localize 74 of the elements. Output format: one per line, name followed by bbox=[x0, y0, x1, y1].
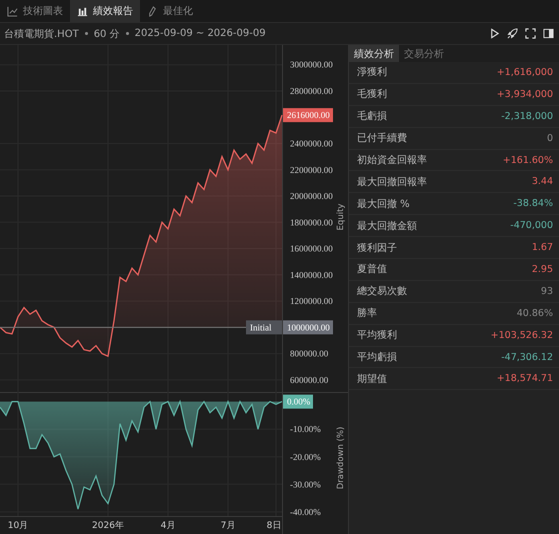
panel-tab[interactable]: 績效分析 bbox=[349, 45, 399, 62]
stat-label: 初始資金回報率 bbox=[357, 154, 427, 167]
line-chart-icon bbox=[7, 6, 18, 16]
stat-value: -47,306.12 bbox=[501, 352, 553, 363]
ref-line-label: Initial bbox=[250, 322, 272, 332]
stat-value: 93 bbox=[540, 286, 553, 297]
stat-label: 最大回撤 % bbox=[357, 198, 410, 211]
reference-tag: Initial bbox=[246, 320, 282, 334]
view-tab[interactable]: 績效報告 bbox=[70, 0, 140, 22]
sidebar-icon[interactable] bbox=[543, 28, 554, 39]
stat-label: 最大回撤金額 bbox=[357, 220, 417, 233]
axis-title: Drawdown (%) bbox=[336, 427, 346, 490]
axis-tick-label: 1600000.00 bbox=[290, 244, 333, 254]
stat-value: 1.67 bbox=[532, 242, 553, 254]
axis-tick-label: 8日 bbox=[266, 521, 282, 532]
pen-icon bbox=[147, 6, 158, 16]
symbol-label: 台積電期貨.HOT bbox=[4, 28, 79, 40]
axis-tick-label: -30.00% bbox=[290, 480, 321, 490]
stat-value: +3,934,000 bbox=[496, 88, 553, 100]
axis-tick-label: 800000.00 bbox=[290, 348, 328, 359]
stat-value: +103,526.32 bbox=[490, 330, 553, 341]
stat-value: +18,574.71 bbox=[496, 373, 553, 384]
stat-value: -470,000 bbox=[510, 220, 553, 232]
axis-tick-label: 2800000.00 bbox=[290, 86, 333, 96]
stat-label: 平均虧損 bbox=[357, 350, 397, 364]
stat-value: +1,616,000 bbox=[496, 66, 553, 78]
axis-tick-label: -10.00% bbox=[290, 424, 321, 434]
axis-tick-label: -40.00% bbox=[290, 507, 321, 518]
stat-label: 勝率 bbox=[357, 306, 377, 320]
stat-label: 期望值 bbox=[357, 372, 387, 386]
stat-label: 淨獲利 bbox=[357, 66, 387, 80]
stat-label: 平均獲利 bbox=[357, 328, 397, 342]
axis-tick-label: 4月 bbox=[160, 521, 176, 532]
date-range-label: 2025-09-09 ~ 2026-09-09 bbox=[134, 28, 266, 39]
view-tab[interactable]: 最佳化 bbox=[140, 0, 200, 22]
view-tab[interactable]: 技術圖表 bbox=[0, 0, 70, 22]
stat-label: 夏普值 bbox=[357, 262, 387, 276]
stat-label: 最大回撤回報率 bbox=[357, 176, 427, 189]
axis-tick-label: 2400000.00 bbox=[290, 138, 333, 148]
panel-tab[interactable]: 交易分析 bbox=[399, 45, 449, 62]
stat-value: 0 bbox=[546, 132, 553, 144]
stat-label: 毛虧損 bbox=[357, 110, 387, 124]
stat-value: +161.60% bbox=[502, 154, 553, 166]
play-icon[interactable] bbox=[489, 28, 500, 39]
axis-tick-label: 10月 bbox=[8, 521, 28, 532]
axis-tick-label: 1200000.00 bbox=[290, 296, 333, 306]
interval-label: 60 分 bbox=[94, 28, 120, 40]
separator-dot bbox=[126, 32, 129, 35]
bar-chart-icon bbox=[77, 6, 88, 16]
axis-tick-label: -20.00% bbox=[290, 452, 321, 462]
axis-tick-label: 2026年 bbox=[92, 521, 124, 532]
axis-title: Equity bbox=[336, 204, 346, 230]
value-tag: 2616000.00 bbox=[283, 108, 333, 122]
axis-tick-label: 3000000.00 bbox=[290, 60, 333, 70]
axis-tick-label: 600000.00 bbox=[290, 374, 328, 385]
separator-dot bbox=[84, 32, 88, 35]
stat-value: 3.44 bbox=[532, 176, 553, 188]
stat-value: 40.86% bbox=[516, 308, 553, 319]
axis-tick-label: 2200000.00 bbox=[290, 164, 333, 175]
stat-label: 毛獲利 bbox=[357, 88, 387, 102]
axis-tick-label: 2000000.00 bbox=[290, 191, 333, 202]
stat-value: -2,318,000 bbox=[501, 110, 553, 122]
axis-tick-label: 1400000.00 bbox=[290, 270, 333, 280]
stat-label: 總交易次數 bbox=[357, 284, 407, 298]
stat-label: 獲利因子 bbox=[357, 242, 397, 255]
stat-value: -38.84% bbox=[513, 198, 553, 210]
rocket-icon[interactable] bbox=[507, 28, 518, 39]
stat-label: 已付手續費 bbox=[357, 132, 407, 146]
axis-tick-label: 7月 bbox=[220, 521, 236, 532]
fullscreen-icon[interactable] bbox=[525, 28, 536, 39]
value-tag: 0.00% bbox=[283, 394, 313, 409]
stat-value: 2.95 bbox=[532, 264, 553, 275]
value-tag: 1000000.00 bbox=[283, 320, 333, 334]
axis-tick-label: 1800000.00 bbox=[290, 217, 333, 228]
